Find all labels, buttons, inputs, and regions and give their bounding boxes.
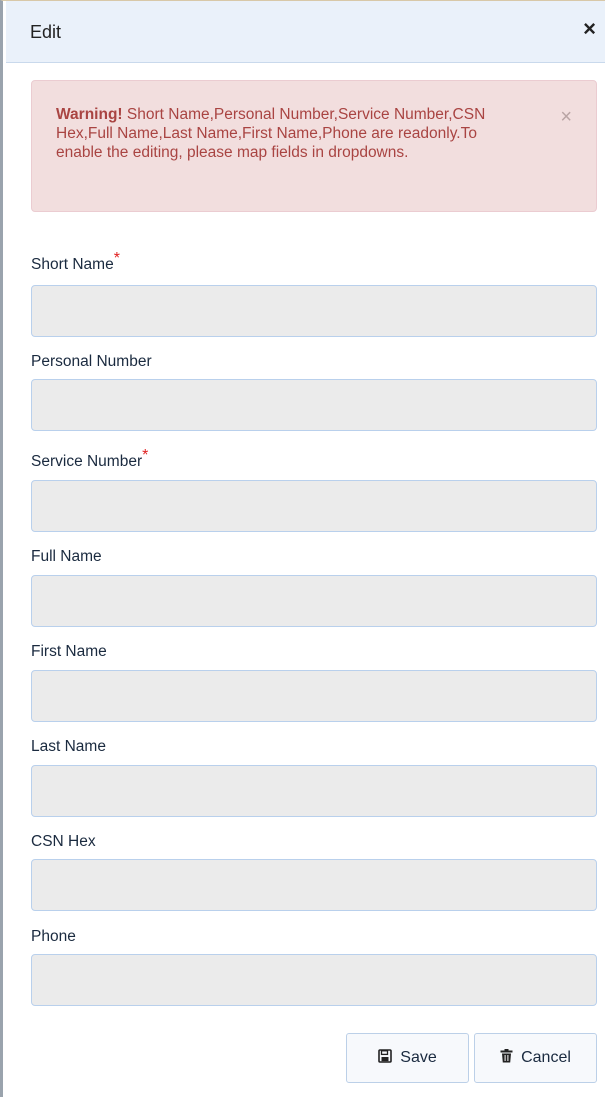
short-name-label-text: Short Name <box>31 256 114 273</box>
full-name-label: Full Name <box>31 548 102 565</box>
csn-hex-field[interactable] <box>31 859 597 911</box>
service-number-label-text: Service Number <box>31 453 143 470</box>
cancel-button[interactable]: Cancel <box>474 1033 597 1083</box>
phone-label: Phone <box>31 928 76 945</box>
service-number-field[interactable] <box>31 480 597 532</box>
dialog-header: Edit × <box>6 1 605 63</box>
required-asterisk: * <box>113 250 120 267</box>
alert-close-icon[interactable]: × <box>560 107 572 127</box>
csn-hex-label: CSN Hex <box>31 833 96 850</box>
readonly-warning-alert: Warning! Short Name,Personal Number,Serv… <box>31 80 597 212</box>
floppy-disk-icon <box>378 1049 393 1067</box>
last-name-field[interactable] <box>31 765 597 817</box>
full-name-field[interactable] <box>31 575 597 627</box>
edit-dialog: Edit × Warning! Short Name,Personal Numb… <box>0 0 605 1097</box>
short-name-label: Short Name* <box>31 250 120 274</box>
save-button[interactable]: Save <box>346 1033 469 1083</box>
phone-field[interactable] <box>31 954 597 1006</box>
personal-number-field[interactable] <box>31 379 597 431</box>
trash-icon <box>500 1049 513 1067</box>
first-name-field[interactable] <box>31 670 597 722</box>
close-icon[interactable]: × <box>583 18 596 40</box>
cancel-button-label: Cancel <box>521 1049 571 1066</box>
last-name-label: Last Name <box>31 738 106 755</box>
dialog-title: Edit <box>30 22 62 42</box>
required-asterisk: * <box>142 447 149 464</box>
warning-title: Warning! <box>56 106 123 123</box>
first-name-label: First Name <box>31 643 107 660</box>
short-name-field[interactable] <box>31 285 597 337</box>
personal-number-label: Personal Number <box>31 353 152 370</box>
save-button-label: Save <box>400 1049 437 1066</box>
service-number-label: Service Number* <box>31 447 148 471</box>
